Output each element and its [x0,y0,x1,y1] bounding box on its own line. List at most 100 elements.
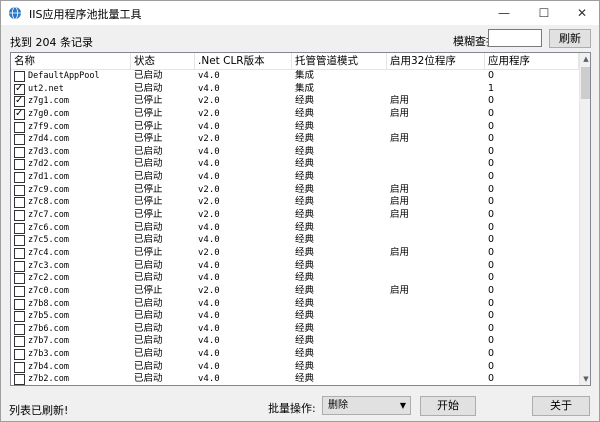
row-checkbox[interactable] [14,374,25,385]
table-row[interactable]: z7c6.com 已启动 v4.0 经典 0 [11,222,579,235]
pool-clr-version: v4.0 [198,222,220,233]
row-checkbox[interactable] [14,172,25,184]
table-row[interactable]: DefaultAppPool 已启动 v4.0 集成 0 [11,70,579,83]
table-row[interactable]: z7b5.com 已启动 v4.0 经典 0 [11,310,579,323]
table-row[interactable]: z7c7.com 已停止 v2.0 经典 启用 0 [11,209,579,222]
pool-app-count: 0 [488,297,495,309]
app-pool-list[interactable]: 名称 状态 .Net CLR版本 托管管道模式 启用32位程序 应用程序 Def… [10,52,591,386]
table-row[interactable]: z7b3.com 已启动 v4.0 经典 0 [11,348,579,361]
pool-app-count: 0 [488,348,495,360]
row-checkbox[interactable] [14,260,25,272]
pool-clr-version: v2.0 [198,247,220,258]
pool-pipeline-mode: 经典 [295,95,315,107]
row-checkbox[interactable] [14,159,25,171]
column-header-pipeline-mode[interactable]: 托管管道模式 [292,53,387,70]
table-row[interactable]: z7c8.com 已停止 v2.0 经典 启用 0 [11,196,579,209]
pool-enable32: 启用 [390,95,410,107]
table-row[interactable]: z7d4.com 已停止 v2.0 经典 启用 0 [11,133,579,146]
pool-app-count: 0 [488,335,495,347]
row-checkbox[interactable] [14,95,25,108]
row-checkbox[interactable] [14,235,25,247]
row-checkbox[interactable] [14,323,25,335]
row-checkbox[interactable] [14,311,25,323]
scroll-thumb[interactable] [581,67,590,99]
pool-pipeline-mode: 集成 [295,70,315,81]
pool-pipeline-mode: 经典 [295,373,315,385]
pool-app-count: 0 [488,145,495,157]
pool-name: z7c8.com [28,197,69,208]
column-header-name[interactable]: 名称 [11,53,131,70]
pool-clr-version: v4.0 [198,83,220,94]
table-row[interactable]: z7b2.com 已启动 v4.0 经典 0 [11,373,579,385]
pool-enable32 [387,323,485,336]
row-checkbox[interactable] [14,121,25,133]
pool-clr-version: v4.0 [198,260,220,271]
table-row[interactable]: ut2.net 已启动 v4.0 集成 1 [11,83,579,96]
table-row[interactable]: z7g1.com 已停止 v2.0 经典 启用 0 [11,95,579,108]
table-row[interactable]: z7c3.com 已启动 v4.0 经典 0 [11,260,579,273]
table-row[interactable]: z7g0.com 已停止 v2.0 经典 启用 0 [11,108,579,121]
row-checkbox[interactable] [14,146,25,158]
row-checkbox[interactable] [14,184,25,196]
table-row[interactable]: z7b4.com 已启动 v4.0 经典 0 [11,361,579,374]
scroll-up-arrow-icon[interactable]: ▲ [580,53,590,65]
close-button[interactable]: ✕ [565,1,599,25]
pool-enable32: 启用 [390,246,410,258]
row-checkbox[interactable] [14,71,25,82]
pool-enable32: 启用 [390,284,410,296]
column-header-applications[interactable]: 应用程序 [485,53,579,70]
table-row[interactable]: z7d2.com 已启动 v4.0 经典 0 [11,158,579,171]
row-checkbox[interactable] [14,273,25,285]
table-row[interactable]: z7c9.com 已停止 v2.0 经典 启用 0 [11,184,579,197]
batch-operation-select[interactable]: 删除 ▼ [322,396,411,415]
table-row[interactable]: z7b6.com 已启动 v4.0 经典 0 [11,323,579,336]
row-checkbox[interactable] [14,197,25,209]
pool-name: z7c4.com [28,247,69,258]
row-checkbox[interactable] [14,222,25,234]
pool-name: DefaultAppPool [28,71,100,81]
table-row[interactable]: z7c5.com 已启动 v4.0 经典 0 [11,234,579,247]
table-row[interactable]: z7c2.com 已启动 v4.0 经典 0 [11,272,579,285]
maximize-button[interactable]: ☐ [527,1,561,25]
about-button[interactable]: 关于 [532,396,590,416]
pool-pipeline-mode: 经典 [295,234,315,246]
row-checkbox[interactable] [14,108,25,120]
column-header-status[interactable]: 状态 [131,53,195,70]
table-row[interactable]: z7d3.com 已启动 v4.0 经典 0 [11,146,579,159]
row-checkbox[interactable] [14,285,25,297]
vertical-scrollbar[interactable]: ▲ ▼ [579,53,590,385]
start-button[interactable]: 开始 [420,396,476,416]
row-checkbox[interactable] [14,83,25,95]
row-checkbox[interactable] [14,361,25,373]
pool-enable32 [387,348,485,361]
pool-name: z7f9.com [28,121,69,132]
table-row[interactable]: z7c0.com 已停止 v2.0 经典 启用 0 [11,285,579,298]
pool-app-count: 0 [488,95,495,107]
row-checkbox[interactable] [14,210,25,222]
row-checkbox[interactable] [14,336,25,348]
pool-clr-version: v4.0 [198,235,220,246]
pool-app-count: 0 [488,322,495,334]
main-window: IIS应用程序池批量工具 — ☐ ✕ 找到 204 条记录 模糊查找: 刷新 名… [0,0,600,422]
table-row[interactable]: z7f9.com 已停止 v4.0 经典 0 [11,121,579,134]
pool-name: z7b7.com [28,336,69,347]
title-bar[interactable]: IIS应用程序池批量工具 — ☐ ✕ [1,1,599,25]
search-input[interactable] [488,29,542,47]
table-row[interactable]: z7d1.com 已启动 v4.0 经典 0 [11,171,579,184]
row-checkbox[interactable] [14,349,25,361]
pool-pipeline-mode: 经典 [295,272,315,284]
pool-enable32 [387,121,485,134]
row-checkbox[interactable] [14,298,25,310]
column-header-enable32[interactable]: 启用32位程序 [387,53,485,70]
pool-app-count: 0 [488,171,495,183]
row-checkbox[interactable] [14,247,25,259]
scroll-down-arrow-icon[interactable]: ▼ [580,373,590,385]
table-row[interactable]: z7b8.com 已启动 v4.0 经典 0 [11,298,579,311]
row-checkbox[interactable] [14,134,25,146]
table-row[interactable]: z7c4.com 已停止 v2.0 经典 启用 0 [11,247,579,260]
refresh-button[interactable]: 刷新 [549,29,591,48]
pool-clr-version: v4.0 [198,336,220,347]
column-header-clr-version[interactable]: .Net CLR版本 [195,53,292,70]
table-row[interactable]: z7b7.com 已启动 v4.0 经典 0 [11,335,579,348]
minimize-button[interactable]: — [487,1,521,25]
